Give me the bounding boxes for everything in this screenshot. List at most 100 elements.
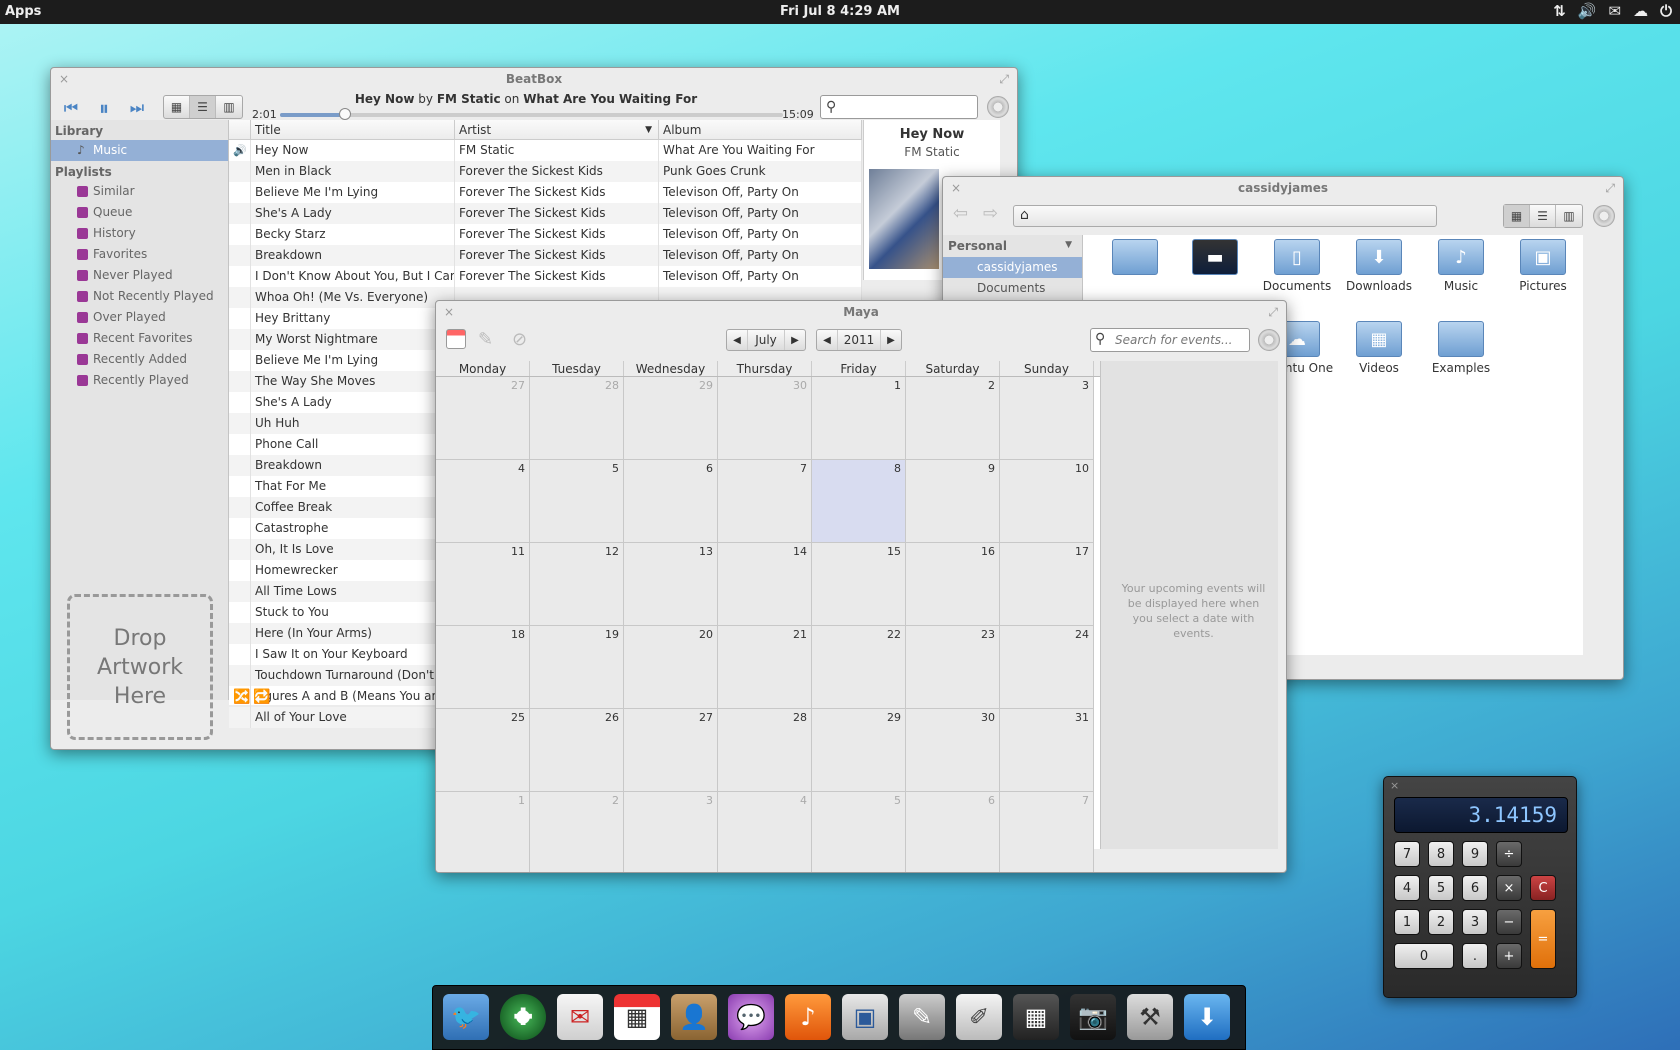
close-icon[interactable]: ×	[1390, 779, 1399, 792]
calculator-key[interactable]: =	[1530, 909, 1556, 969]
mail-icon[interactable]: ✉	[1609, 2, 1622, 20]
calendar-day[interactable]: 14	[718, 543, 812, 626]
icon-view-icon[interactable]: ▦	[1504, 205, 1530, 227]
calculator-key[interactable]: 2	[1428, 909, 1454, 935]
calculator-key[interactable]: 3	[1462, 909, 1488, 935]
calendar-day[interactable]: 30	[906, 709, 1000, 792]
folder-item[interactable]: ⬇ Downloads	[1337, 239, 1421, 293]
calendar-day[interactable]: 9	[906, 460, 1000, 543]
table-row[interactable]: Becky Starz Forever The Sickest Kids Telev…	[229, 224, 862, 245]
calculator-key[interactable]: 8	[1428, 841, 1454, 867]
column-album[interactable]: Album	[659, 120, 862, 139]
calendar-day[interactable]: 11	[436, 543, 530, 626]
sidebar-item-playlist[interactable]: Never Played	[51, 265, 228, 286]
folder-item[interactable]: ▬	[1173, 239, 1257, 279]
calculator-key[interactable]: 4	[1394, 875, 1420, 901]
path-bar[interactable]: ⌂	[1013, 205, 1437, 227]
calendar-day[interactable]: 2	[530, 792, 624, 872]
calculator-key[interactable]: ÷	[1496, 841, 1522, 867]
settings-gear-icon[interactable]	[987, 96, 1009, 118]
add-event-icon[interactable]	[446, 329, 466, 349]
chat-icon[interactable]: 💬	[728, 994, 774, 1040]
calendar-day[interactable]: 23	[906, 626, 1000, 709]
calculator-key[interactable]: −	[1496, 909, 1522, 935]
text-editor-icon[interactable]: ✎	[899, 994, 945, 1040]
table-row[interactable]: Breakdown Forever The Sickest Kids Televis…	[229, 245, 862, 266]
calendar-day[interactable]: 21	[718, 626, 812, 709]
calendar-day[interactable]: 8	[812, 460, 906, 543]
calendar-day[interactable]: 1	[812, 377, 906, 460]
next-year-icon[interactable]: ▶	[881, 335, 901, 346]
seek-handle[interactable]	[339, 108, 352, 120]
system-settings-icon[interactable]: ⚒	[1127, 994, 1173, 1040]
column-title[interactable]: Title	[251, 120, 455, 139]
calculator-key[interactable]: 5	[1428, 875, 1454, 901]
column-artist[interactable]: Artist ▼	[455, 120, 659, 139]
calendar-day[interactable]: 7	[718, 460, 812, 543]
sidebar-item-playlist[interactable]: Recently Played	[51, 370, 228, 391]
places-item-home[interactable]: cassidyjames	[943, 257, 1082, 278]
music-player-icon[interactable]: ♪	[785, 994, 831, 1040]
back-arrow-icon[interactable]: ⇦	[953, 203, 968, 224]
calculator-key[interactable]: ×	[1496, 875, 1522, 901]
calendar-day[interactable]: 26	[530, 709, 624, 792]
prev-year-icon[interactable]: ◀	[817, 335, 837, 346]
calendar-day[interactable]: 25	[436, 709, 530, 792]
calculator-key[interactable]: 9	[1462, 841, 1488, 867]
calculator-key[interactable]: +	[1496, 943, 1522, 969]
month-selector[interactable]: ◀ July ▶	[726, 329, 806, 351]
folder-item[interactable]: ▦ Videos	[1337, 321, 1421, 375]
calendar-day[interactable]: 4	[436, 460, 530, 543]
calendar-day[interactable]: 17	[1000, 543, 1094, 626]
seek-slider[interactable]	[280, 108, 783, 120]
files-titlebar[interactable]: × cassidyjames ⤢	[943, 177, 1623, 199]
close-icon[interactable]: ×	[59, 68, 69, 90]
calendar-day[interactable]: 4	[718, 792, 812, 872]
music-search-input[interactable]: ⚲	[820, 95, 978, 119]
artwork-drop-zone[interactable]: Drop Artwork Here	[67, 594, 213, 740]
calendar-day[interactable]: 22	[812, 626, 906, 709]
calendar-day[interactable]: 27	[624, 709, 718, 792]
mail-icon[interactable]: ✉	[557, 994, 603, 1040]
maximize-icon[interactable]: ⤢	[1268, 301, 1278, 323]
table-row[interactable]: Believe Me I'm Lying Forever The Sickest …	[229, 182, 862, 203]
folder-item[interactable]: ♪ Music	[1419, 239, 1503, 293]
calendar-day[interactable]: 28	[530, 377, 624, 460]
calendar-day[interactable]: 31	[1000, 709, 1094, 792]
maximize-icon[interactable]: ⤢	[999, 68, 1009, 90]
shuffle-icon[interactable]: 🔀	[233, 689, 250, 705]
places-item-documents[interactable]: Documents	[943, 278, 1082, 299]
column-view-icon[interactable]: ▥	[216, 96, 242, 118]
calendar-day[interactable]: 3	[624, 792, 718, 872]
calendar-day[interactable]: 6	[624, 460, 718, 543]
calendar-day[interactable]: 15	[812, 543, 906, 626]
folder-item[interactable]: Examples	[1419, 321, 1503, 375]
calculator-key[interactable]: 1	[1394, 909, 1420, 935]
chat-icon[interactable]: ☁	[1633, 2, 1648, 20]
calculator-key[interactable]: C	[1530, 875, 1556, 901]
calculator-key[interactable]: 7	[1394, 841, 1420, 867]
calendar-day[interactable]: 19	[530, 626, 624, 709]
maya-titlebar[interactable]: × Maya ⤢	[436, 301, 1286, 323]
folder-item[interactable]: ▯ Documents	[1255, 239, 1339, 293]
calculator-key[interactable]: .	[1462, 943, 1488, 969]
list-view-icon[interactable]: ☰	[190, 96, 216, 118]
sidebar-item-playlist[interactable]: Queue	[51, 202, 228, 223]
table-row[interactable]: She's A Lady Forever The Sickest Kids Tele…	[229, 203, 862, 224]
personal-header[interactable]: Personal ▼	[943, 235, 1082, 257]
calendar-day[interactable]: 29	[812, 709, 906, 792]
delete-event-icon[interactable]: ⊘	[512, 329, 527, 350]
sidebar-item-music[interactable]: ♪ Music	[51, 140, 228, 161]
beatbox-titlebar[interactable]: × BeatBox ⤢	[51, 68, 1017, 90]
network-icon[interactable]: ⇅	[1553, 2, 1566, 20]
column-view-icon[interactable]: ▥	[1556, 205, 1582, 227]
sidebar-item-playlist[interactable]: Not Recently Played	[51, 286, 228, 307]
folder-item[interactable]	[1093, 239, 1177, 279]
edit-event-icon[interactable]: ✎	[478, 329, 493, 350]
calendar-day[interactable]: 3	[1000, 377, 1094, 460]
table-row[interactable]: 🔊 Hey Now FM Static What Are You Waiting Fo…	[229, 140, 862, 161]
forward-arrow-icon[interactable]: ⇨	[983, 203, 998, 224]
sidebar-item-playlist[interactable]: Recently Added	[51, 349, 228, 370]
previous-button[interactable]: ⏮	[57, 98, 85, 118]
sidebar-item-playlist[interactable]: Similar	[51, 181, 228, 202]
